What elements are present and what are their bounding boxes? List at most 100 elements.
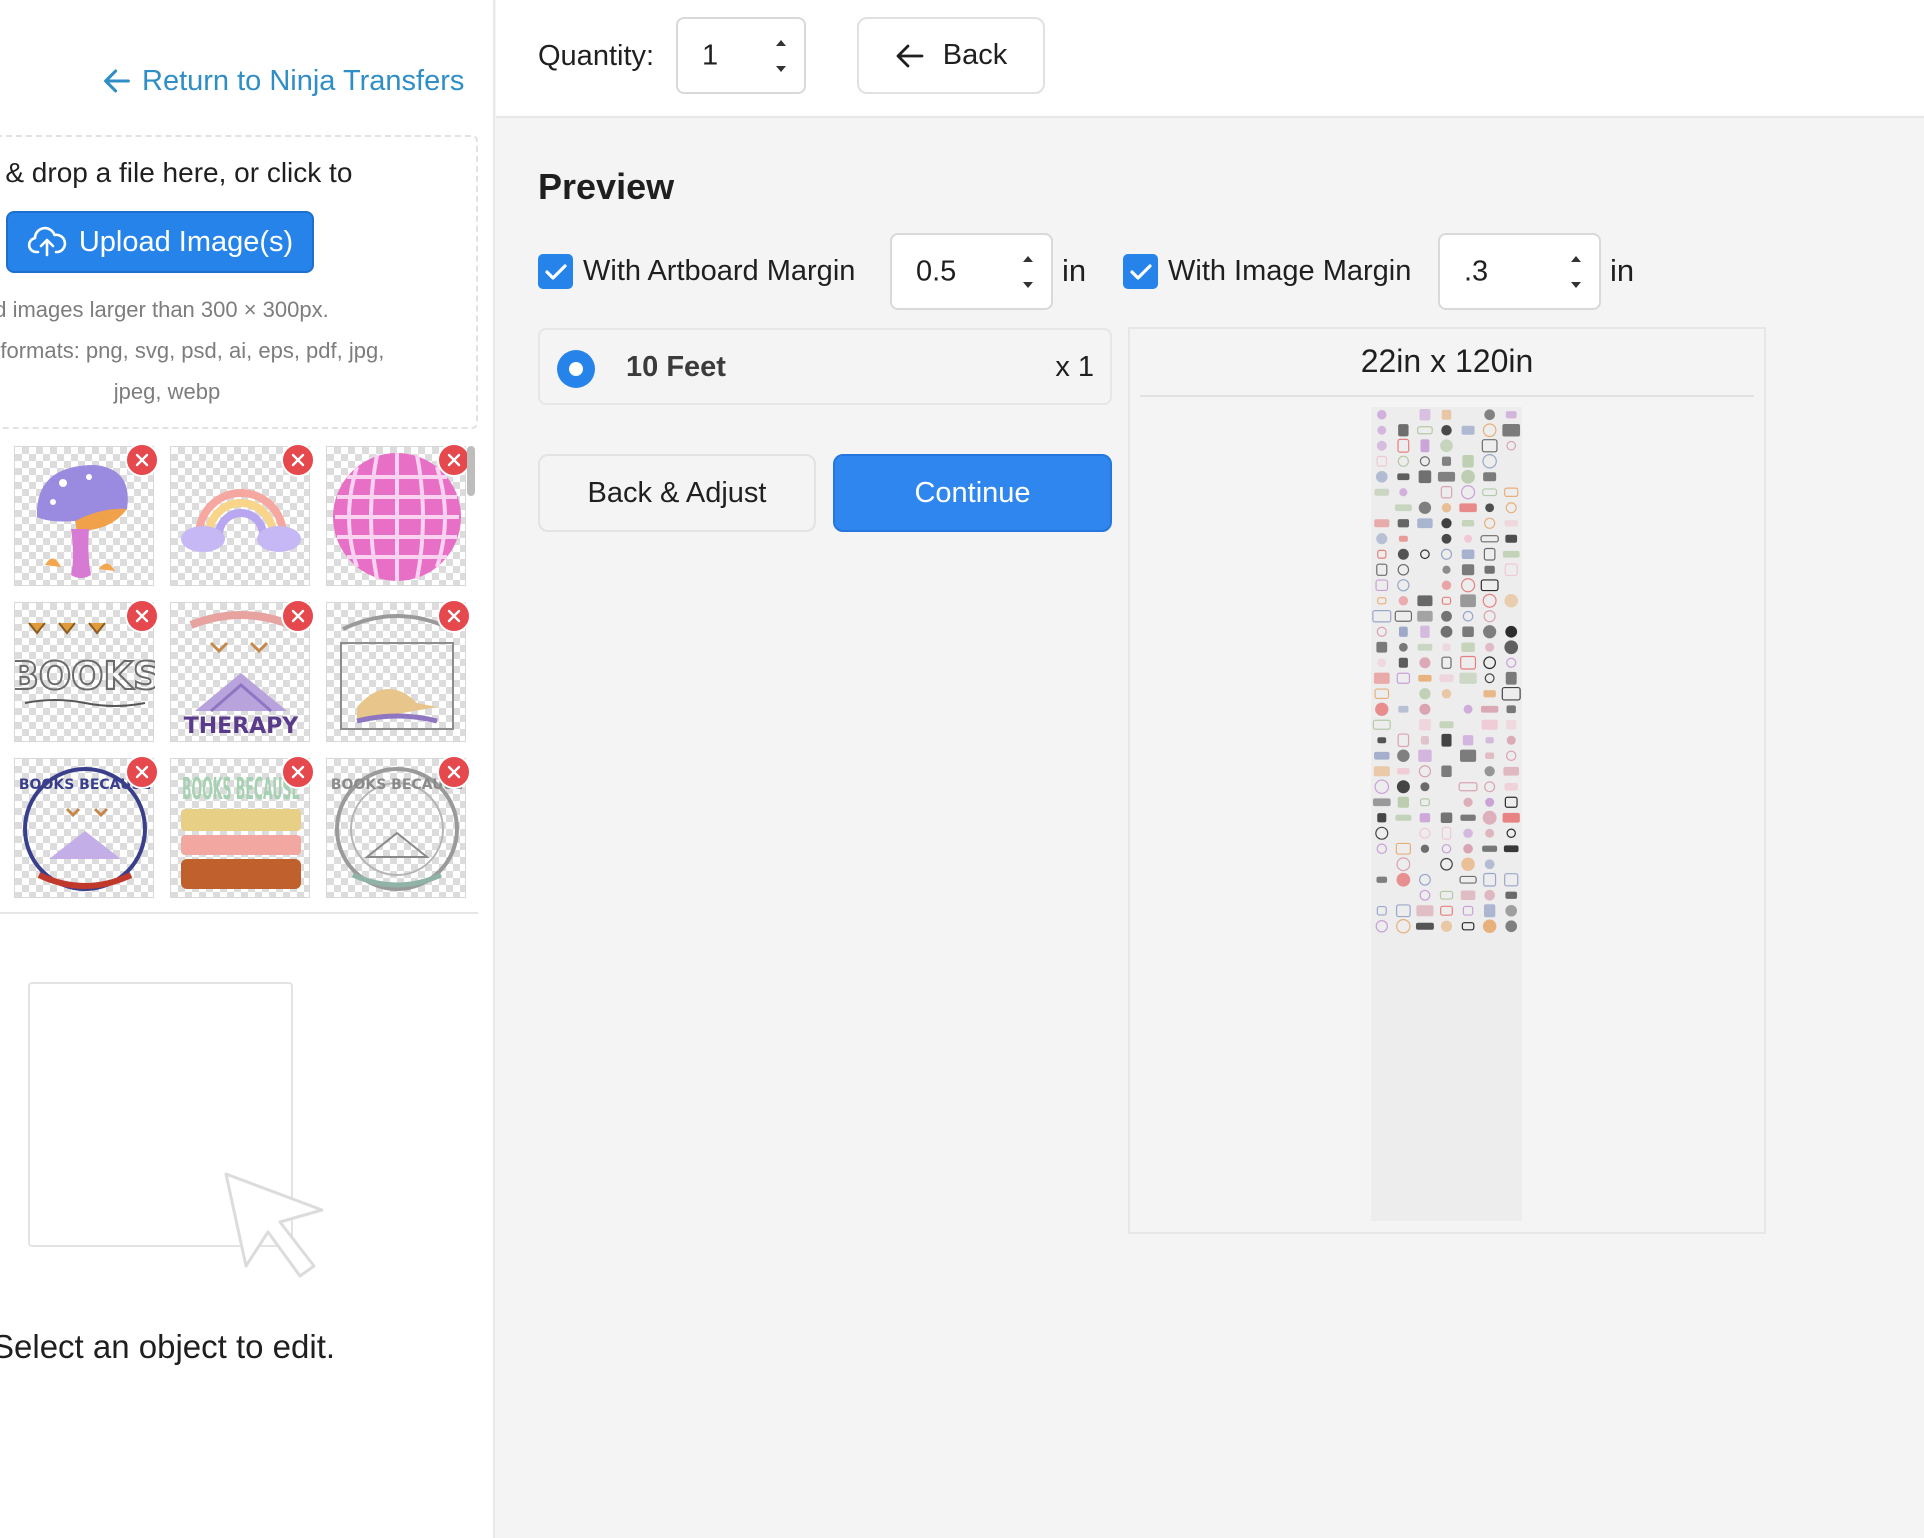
sidebar: Return to Ninja Transfers g & drop a fil… (0, 0, 495, 1538)
remove-image-button[interactable] (125, 599, 159, 633)
gang-sheet-design (1505, 904, 1518, 917)
file-dropzone[interactable]: g & drop a file here, or click to Upload… (0, 135, 478, 429)
gang-sheet-design (1505, 750, 1517, 761)
image-margin-input[interactable]: .3 (1438, 233, 1601, 310)
gang-sheet-design (1482, 423, 1497, 438)
formats-hint-cont: jpeg, webp (113, 379, 221, 404)
gang-sheet-design (1397, 733, 1410, 748)
gang-sheet-design (1441, 610, 1452, 622)
remove-image-button[interactable] (281, 443, 315, 477)
image-thumbnail-disco-ball[interactable] (326, 443, 471, 586)
gang-sheet-design (1482, 845, 1498, 852)
thumbnails-scrollbar[interactable] (467, 446, 475, 496)
image-margin-unit: in (1610, 253, 1635, 288)
gang-sheet-design (1375, 920, 1388, 933)
quantity-stepper[interactable]: 1 (676, 17, 806, 94)
gang-sheet-design (1482, 454, 1497, 469)
gang-sheet-design (1420, 782, 1430, 792)
gang-sheet-design (1377, 597, 1387, 605)
remove-image-button[interactable] (125, 755, 159, 789)
remove-image-button[interactable] (125, 443, 159, 477)
gang-sheet-design (1504, 593, 1518, 608)
image-margin-spinner[interactable] (1567, 252, 1585, 292)
gang-sheet-design (1377, 813, 1387, 823)
gang-sheet-design (1419, 798, 1430, 807)
gang-sheet-design (1501, 686, 1521, 701)
image-thumbnail-book-therapy[interactable]: THERAPY (170, 599, 315, 742)
gang-sheet-design (1482, 919, 1497, 934)
gang-sheet-design (1503, 845, 1519, 853)
gang-sheet-design (1441, 533, 1452, 544)
gang-sheet-design (1485, 503, 1495, 513)
arrow-left-icon (104, 69, 130, 93)
image-thumbnail-rainbow[interactable] (170, 443, 315, 586)
quantity-label: Quantity: (538, 40, 655, 72)
gang-sheet-design (1483, 656, 1496, 670)
gang-sheet-design (1482, 593, 1497, 608)
pointer-cursor-icon (224, 1172, 324, 1278)
gang-sheet-design (1458, 782, 1478, 792)
gang-sheet-design (1483, 472, 1497, 482)
gang-sheet-design (1419, 813, 1431, 823)
artboard-margin-unit: in (1062, 253, 1087, 288)
close-icon (447, 453, 461, 467)
image-margin-value: .3 (1464, 255, 1489, 287)
gang-sheet-design (1506, 828, 1516, 838)
gang-sheet-design (1396, 672, 1411, 684)
image-thumbnail-books-because-badge[interactable]: BOOKS BECAUSE (14, 755, 159, 898)
sheet-size-option[interactable]: 10 Feet x 1 (538, 328, 1112, 405)
gang-sheet-design (1374, 488, 1390, 496)
gang-sheet-design (1417, 426, 1433, 435)
artboard-margin-value: 0.5 (916, 255, 957, 287)
gang-sheet-design (1376, 876, 1388, 883)
gang-sheet-design (1440, 625, 1453, 638)
artboard-margin-spinner[interactable] (1019, 252, 1037, 292)
back-button[interactable]: Back (857, 17, 1045, 94)
remove-image-button[interactable] (437, 755, 471, 789)
image-margin-checkbox[interactable] (1123, 254, 1158, 289)
gang-sheet-design (1417, 595, 1433, 607)
gang-sheet-design (1461, 922, 1475, 931)
image-thumbnail-book-reading[interactable] (326, 599, 471, 742)
gang-sheet-design (1441, 503, 1452, 513)
image-thumbnail-books-script[interactable]: BOOKS (14, 599, 159, 742)
gang-sheet-design (1376, 626, 1387, 637)
remove-image-button[interactable] (281, 599, 315, 633)
remove-image-button[interactable] (437, 443, 471, 477)
gang-sheet-design (1441, 843, 1452, 854)
gang-sheet-design (1398, 595, 1409, 606)
gang-sheet-design (1394, 610, 1413, 622)
gang-sheet-design (1504, 487, 1519, 498)
gang-sheet-design (1419, 703, 1431, 715)
close-icon (135, 453, 149, 467)
close-icon (291, 609, 305, 623)
gang-sheet-design (1397, 579, 1410, 592)
gang-sheet-design (1442, 565, 1451, 574)
return-link[interactable]: Return to Ninja Transfers (100, 64, 464, 98)
quantity-spinner[interactable] (772, 36, 790, 76)
chevron-down-icon (1023, 281, 1033, 288)
continue-button[interactable]: Continue (833, 454, 1112, 532)
gang-sheet-design (1485, 642, 1495, 652)
remove-image-button[interactable] (281, 755, 315, 789)
upload-images-button[interactable]: Upload Image(s) (6, 211, 314, 273)
gang-sheet-design (1420, 549, 1430, 560)
artboard-margin-input[interactable]: 0.5 (890, 233, 1053, 310)
image-thumbnail-mushroom[interactable] (14, 443, 159, 586)
image-thumbnail-books-because-retro[interactable]: BOOKS BECAUSE (170, 755, 315, 898)
gang-sheet-design (1463, 828, 1473, 839)
image-thumbnail-books-because-outline[interactable]: BOOKS BECAUSE (326, 755, 471, 898)
sheet-size-radio[interactable] (557, 350, 595, 388)
remove-image-button[interactable] (437, 599, 471, 633)
artboard-margin-checkbox[interactable] (538, 254, 573, 289)
close-icon (291, 453, 305, 467)
gang-sheet-design (1441, 456, 1452, 466)
gang-sheet-design (1376, 641, 1388, 653)
divider (0, 912, 478, 914)
back-adjust-button[interactable]: Back & Adjust (538, 454, 816, 532)
gang-sheet-design (1377, 549, 1387, 559)
gang-sheet-design (1397, 796, 1410, 808)
gang-sheet-design (1419, 657, 1431, 669)
gang-sheet-design (1461, 564, 1475, 576)
gang-sheet-design (1397, 548, 1409, 560)
